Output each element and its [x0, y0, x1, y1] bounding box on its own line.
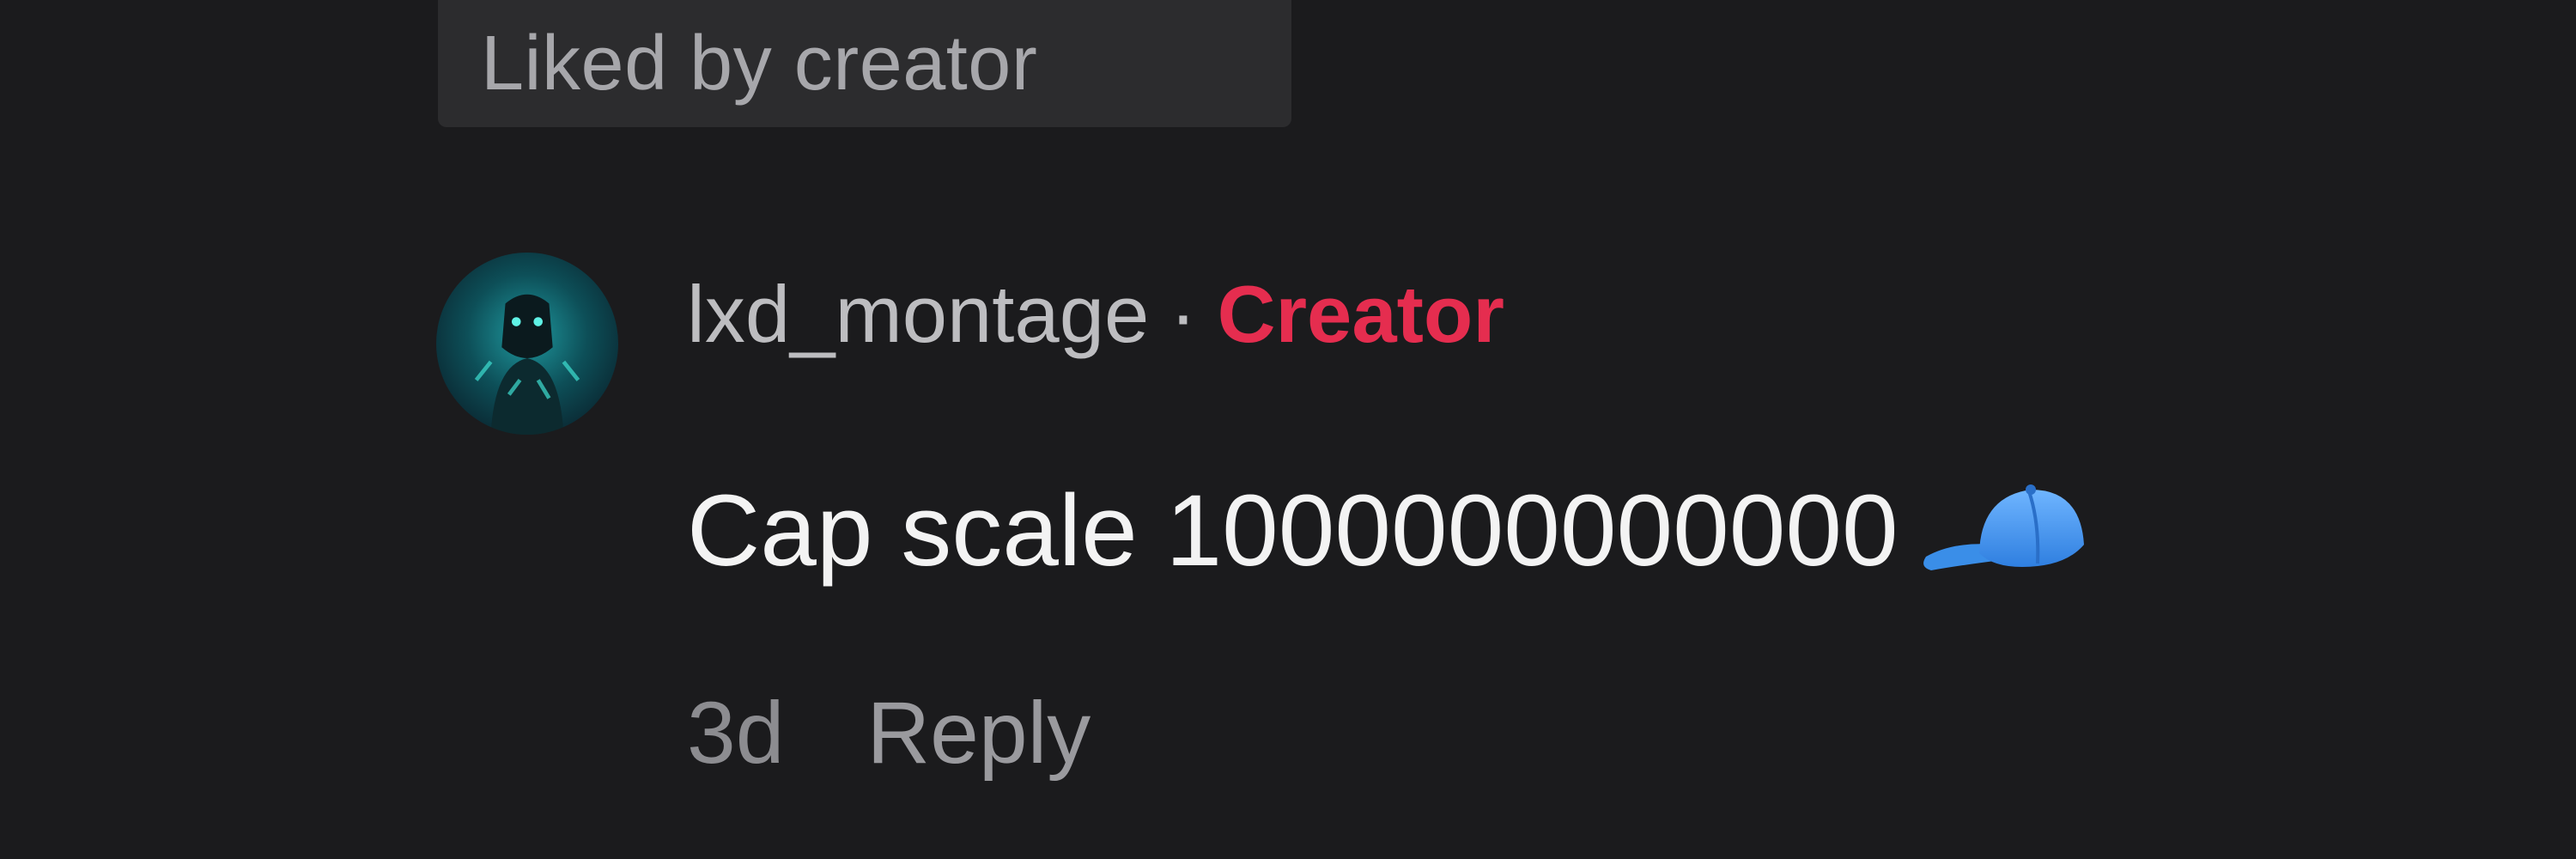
liked-by-creator-badge: Liked by creator: [438, 0, 1291, 127]
comment-text: Cap scale 1000000000000: [687, 471, 2091, 591]
username[interactable]: lxd_montage: [687, 269, 1149, 359]
liked-by-creator-label: Liked by creator: [481, 20, 1038, 107]
comment-body: Cap scale 1000000000000: [687, 474, 1899, 588]
blue-cap-icon: [1919, 471, 2091, 591]
avatar[interactable]: [436, 253, 618, 435]
comment-item: lxd_montage · Creator Cap scale 1000000000…: [429, 249, 2524, 799]
separator-dot: ·: [1170, 269, 1197, 359]
timestamp: 3d: [687, 684, 785, 782]
comment-header: lxd_montage · Creator: [687, 268, 1504, 361]
avatar-image: [436, 253, 618, 435]
reply-button[interactable]: Reply: [866, 684, 1091, 782]
comment-meta: 3d Reply: [687, 683, 1091, 783]
creator-label: Creator: [1217, 269, 1504, 359]
